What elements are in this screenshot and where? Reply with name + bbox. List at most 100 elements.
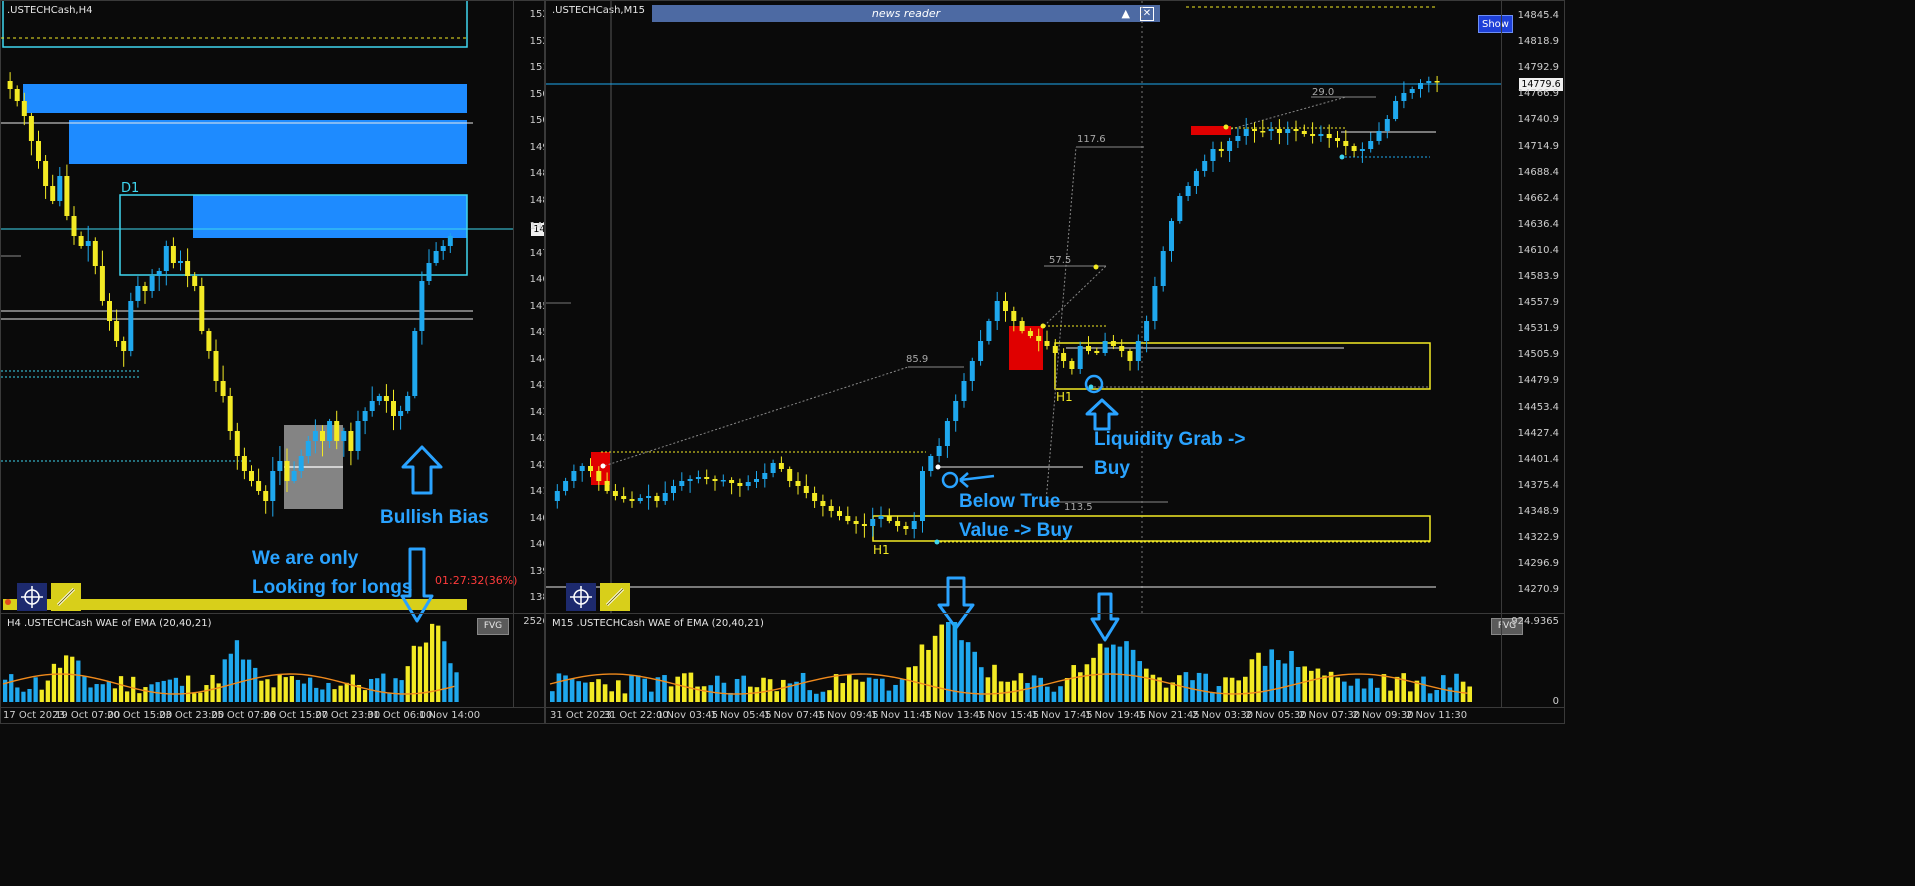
h4-price-axis[interactable]: 14779.6 15270.915209.415146.415083.41502… (513, 1, 544, 613)
time-label: 2 Nov 09:30 (1352, 710, 1414, 721)
h4-wae-indicator[interactable]: H4 .USTECHCash WAE of EMA (20,40,21) FVG… (1, 613, 544, 707)
candle (612, 491, 618, 496)
candle (579, 466, 585, 471)
price-tick: 14082.9 (529, 512, 544, 524)
candle (1086, 346, 1091, 351)
wae-bar (228, 653, 233, 702)
price-tick: 14019.9 (529, 539, 544, 550)
crosshair-icon[interactable] (566, 583, 596, 611)
wae-bar (27, 688, 32, 702)
wae-bar (131, 676, 136, 702)
m15-chart-pane[interactable]: .USTECHCash,M15 news reader ▲ ✕ Show 85.… (545, 0, 1565, 724)
candle (1368, 141, 1374, 149)
candle (662, 493, 668, 501)
candle (1426, 81, 1432, 83)
candle (679, 481, 685, 486)
candle (1036, 336, 1042, 341)
wae-bar (393, 678, 398, 702)
wae-bar (192, 693, 197, 702)
wae-bar (979, 667, 984, 702)
candle (1144, 321, 1150, 341)
candle (7, 81, 13, 89)
h4-indicator-max: 2526.662 (523, 616, 544, 627)
wae-bar (320, 689, 325, 702)
wae-bar (1058, 686, 1063, 702)
candle (291, 471, 297, 481)
candle (704, 477, 710, 479)
candle (1376, 131, 1382, 141)
wae-bar (939, 624, 945, 702)
candle (135, 286, 141, 301)
wae-bar (1276, 660, 1281, 702)
wae-bar (1434, 690, 1440, 702)
candle (185, 261, 191, 276)
candle (895, 521, 901, 526)
candle (961, 381, 967, 401)
candle (886, 516, 892, 521)
m15-wae-indicator[interactable]: M15 .USTECHCash WAE of EMA (20,40,21) FV… (546, 613, 1564, 707)
crosshair-icon[interactable] (17, 583, 47, 611)
time-label: 2 Nov 03:30 (1192, 710, 1254, 721)
h4-time-axis[interactable]: 17 Oct 2023 19 Oct 07:00 20 Oct 15:00 23 Oc… (1, 707, 544, 723)
price-tick: 14818.9 (1517, 36, 1559, 48)
wae-bar (338, 685, 343, 702)
h4-top-zone (2, 1, 468, 48)
price-tick: 14583.9 (1517, 271, 1559, 282)
pencil-icon[interactable] (51, 583, 81, 611)
candle (348, 431, 354, 451)
price-tick: 14333.4 (529, 406, 544, 418)
candle (192, 276, 198, 286)
price-tick: 14270.4 (529, 433, 544, 444)
candle (256, 481, 262, 491)
candle (114, 321, 120, 341)
m15-price-axis[interactable]: 14779.6 14845.4 14818.9 14792.9 14766.9 1474… (1501, 1, 1563, 613)
wae-bar (1401, 673, 1407, 702)
price-tick: 14427.4 (1517, 427, 1559, 439)
time-label: 1 Nov 11:45 (871, 710, 933, 721)
price-tick: 14453.4 (1517, 401, 1559, 413)
wae-bar (1038, 677, 1044, 702)
candle (1003, 301, 1008, 311)
wae-bar (635, 675, 641, 702)
candle (142, 286, 148, 291)
candle (803, 486, 809, 493)
wae-bar (1137, 661, 1143, 702)
wae-bar (761, 677, 766, 702)
h4-zone-label-d1: D1 (121, 181, 140, 196)
candle (107, 301, 112, 321)
price-tick: 14348.9 (1517, 505, 1559, 517)
wae-bar (1427, 693, 1433, 702)
price-tick: 13958.4 (529, 565, 544, 577)
candle (199, 286, 205, 331)
candle (729, 480, 735, 483)
wae-bar (1223, 677, 1228, 702)
wae-bar (1368, 678, 1374, 702)
price-tick: 14688.4 (1517, 166, 1559, 178)
wae-bar (609, 691, 615, 702)
wae-bar (289, 676, 294, 702)
candle (36, 141, 41, 161)
candle (1061, 353, 1067, 361)
wae-bar (64, 655, 69, 702)
candle (327, 421, 333, 441)
candle (277, 461, 283, 471)
candle (1052, 346, 1058, 353)
wae-bar (847, 674, 852, 702)
candle (305, 441, 311, 456)
m15-indicator-zero: 0 (1552, 696, 1559, 707)
price-tick: 14401.4 (1517, 453, 1559, 465)
pencil-icon[interactable] (600, 583, 630, 611)
wae-bar (1229, 677, 1235, 702)
candle (149, 276, 155, 291)
wae-bar (1282, 663, 1288, 702)
wae-bar (350, 674, 355, 702)
wae-bar (1111, 644, 1116, 702)
wae-bar (70, 656, 75, 702)
wae-bar (602, 684, 608, 702)
wae-bar (314, 687, 319, 702)
h4-chart-pane[interactable]: .USTECHCash,H4 D1 01:27:32(36%) Bullish … (0, 0, 545, 724)
m15-time-axis[interactable]: 31 Oct 2023 31 Oct 22:00 1 Nov 03:45 1 Nov … (546, 707, 1564, 723)
wae-bar (748, 686, 753, 702)
wae-bar (271, 687, 276, 702)
wae-bar (381, 673, 386, 702)
